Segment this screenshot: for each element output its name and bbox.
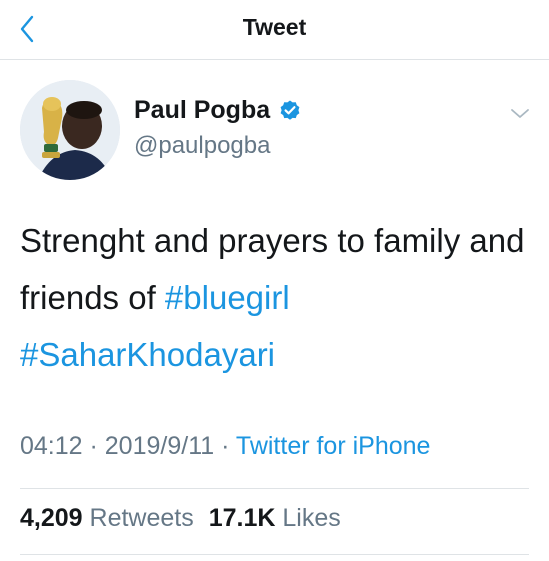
avatar[interactable] bbox=[20, 80, 120, 180]
more-options-button[interactable] bbox=[508, 104, 532, 124]
page-title: Tweet bbox=[242, 14, 307, 40]
hashtag-link-bluegirl[interactable]: #bluegirl bbox=[165, 279, 290, 316]
retweets-count: 4,209 bbox=[20, 504, 83, 532]
tweet-stats: 4,209 Retweets 17.1K Likes bbox=[20, 504, 341, 533]
author-display-name[interactable]: Paul Pogba bbox=[134, 96, 270, 125]
retweets-stat[interactable]: 4,209 Retweets bbox=[20, 504, 201, 532]
hashtag-link-saharkhodayari[interactable]: #SaharKhodayari bbox=[20, 336, 275, 373]
tweet-time: 04:12 bbox=[20, 432, 83, 460]
likes-label: Likes bbox=[282, 504, 341, 532]
likes-count: 17.1K bbox=[208, 504, 276, 532]
chevron-down-icon bbox=[511, 109, 529, 118]
meta-separator: · bbox=[82, 432, 105, 460]
verified-badge-icon bbox=[278, 99, 302, 123]
tweet-meta: 04:12 · 2019/9/11 · Twitter for iPhone bbox=[20, 432, 430, 461]
divider bbox=[20, 488, 529, 489]
tweet-text: Strenght and prayers to family and frien… bbox=[20, 212, 530, 383]
author-handle[interactable]: @paulpogba bbox=[134, 132, 270, 160]
retweets-label: Retweets bbox=[89, 504, 194, 532]
divider bbox=[20, 554, 529, 555]
tweet-header: Paul Pogba @paulpogba bbox=[20, 80, 540, 182]
meta-separator: · bbox=[214, 432, 236, 460]
tweet-source-link[interactable]: Twitter for iPhone bbox=[236, 432, 431, 460]
author-name-row: Paul Pogba bbox=[134, 96, 302, 125]
navigation-bar: Tweet bbox=[0, 0, 549, 60]
likes-stat[interactable]: 17.1K Likes bbox=[209, 504, 341, 532]
avatar-image bbox=[20, 80, 120, 180]
tweet-date: 2019/9/11 bbox=[104, 432, 215, 460]
